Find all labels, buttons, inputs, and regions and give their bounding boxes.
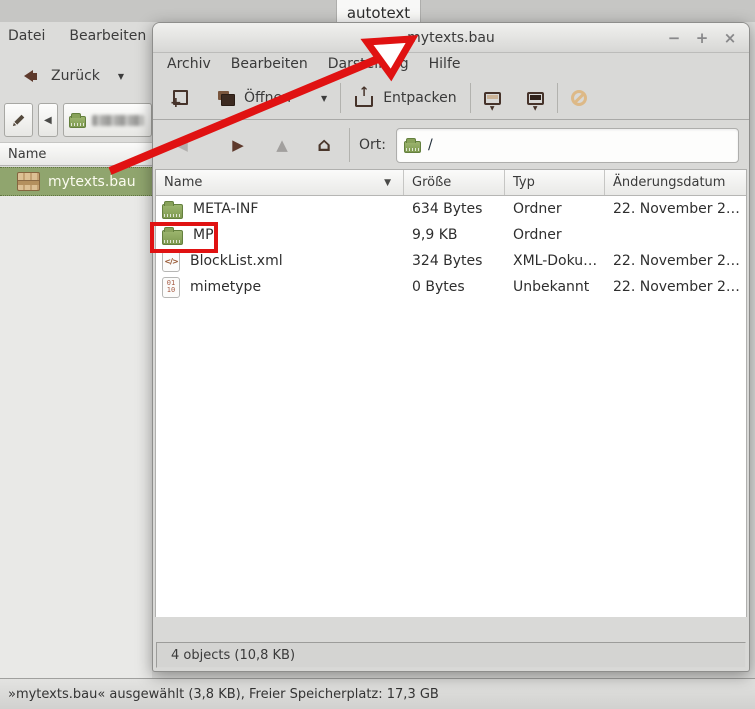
table-row-mimetype[interactable]: 01 10 mimetype 0 Bytes Unbekannt 22. Nov… [156, 274, 746, 300]
archive-menubar: Archiv Bearbeiten Darstellung Hilfe [153, 53, 471, 77]
breadcrumb-folder-button[interactable] [63, 103, 152, 137]
breadcrumb-blurred-label [92, 115, 144, 126]
archive-navbar: ◀ ▶ ▲ ⌂ Ort: / [153, 121, 749, 169]
list-header: Name ▼ Größe Typ Änderungsdatum [156, 170, 746, 196]
archive-file-icon [17, 172, 40, 191]
view-window-dark-icon [527, 92, 544, 105]
back-history-dropdown[interactable]: ▼ [118, 72, 124, 81]
column-header-type[interactable]: Typ [505, 170, 605, 195]
new-archive-button[interactable] [163, 84, 196, 113]
nav-back-button[interactable]: ◀ [169, 138, 195, 153]
view-output-button[interactable] [519, 86, 552, 111]
open-button-label: Öffnen [244, 90, 291, 106]
new-archive-icon [171, 90, 188, 107]
archive-manager-window: mytexts.bau − + × Archiv Bearbeiten Dars… [152, 22, 750, 672]
pencil-icon [11, 113, 26, 128]
archive-file-list: Name ▼ Größe Typ Änderungsdatum META-INF… [155, 169, 747, 617]
nav-up-button[interactable]: ▲ [269, 138, 295, 153]
screen: { "desktop": { "status_bar": "»mytexts.b… [0, 0, 755, 709]
file-manager-list-area[interactable] [0, 196, 152, 678]
open-dropdown-button[interactable]: ▼ [313, 88, 335, 109]
minimize-button[interactable]: − [665, 29, 683, 47]
xml-file-icon: </> [162, 251, 180, 272]
extract-icon [354, 89, 374, 107]
selected-file-row[interactable]: mytexts.bau [0, 167, 152, 196]
binary-file-icon: 01 10 [162, 277, 180, 298]
table-row-blocklist[interactable]: </> BlockList.xml 324 Bytes XML-Dokum… 2… [156, 248, 746, 274]
archive-window-title: mytexts.bau [153, 30, 749, 46]
toolbar-separator [340, 83, 341, 113]
view-window-icon [484, 92, 501, 105]
open-archive-icon [218, 91, 235, 106]
back-arrow-tail [33, 73, 37, 80]
close-button[interactable]: × [721, 29, 739, 47]
autotext-title-label: autotext [347, 4, 410, 22]
extract-button[interactable]: Entpacken [346, 83, 464, 113]
file-manager-toolbar: Zurück ▼ [0, 55, 152, 97]
edit-location-button[interactable] [4, 103, 33, 137]
location-path: / [428, 137, 433, 153]
chevron-down-icon: ▼ [321, 94, 327, 103]
menu-bearbeiten[interactable]: Bearbeiten [221, 53, 318, 77]
back-button[interactable]: Zurück [51, 68, 100, 84]
folder-icon [404, 141, 421, 153]
column-header-name[interactable]: Name ▼ [156, 170, 404, 195]
folder-icon [162, 204, 183, 219]
sort-descending-icon: ▼ [384, 178, 391, 188]
menu-archiv[interactable]: Archiv [157, 53, 221, 77]
selected-file-label: mytexts.bau [48, 174, 136, 190]
menu-darstellung[interactable]: Darstellung [318, 53, 419, 77]
location-input[interactable]: / [396, 128, 739, 163]
column-header-modified[interactable]: Änderungsdatum [605, 170, 746, 195]
back-arrow-icon [18, 70, 33, 82]
menu-bearbeiten[interactable]: Bearbeiten [69, 28, 146, 50]
archive-statusbar: 4 objects (10,8 KB) [156, 642, 746, 668]
desktop-status-text: »mytexts.bau« ausgewählt (3,8 KB), Freie… [8, 687, 439, 702]
column-header-size[interactable]: Größe [404, 170, 505, 195]
stop-icon [571, 90, 587, 106]
nav-home-button[interactable]: ⌂ [311, 136, 337, 155]
archive-titlebar[interactable]: mytexts.bau − + × [153, 23, 749, 53]
nav-forward-button[interactable]: ▶ [225, 138, 251, 153]
maximize-button[interactable]: + [693, 29, 711, 47]
menu-hilfe[interactable]: Hilfe [419, 53, 471, 77]
open-archive-button[interactable]: Öffnen [210, 84, 299, 112]
navbar-separator [349, 128, 350, 162]
file-manager-pathbar: ◀ [0, 100, 152, 140]
window-controls: − + × [665, 23, 739, 53]
folder-icon [162, 230, 183, 245]
archive-status-text: 4 objects (10,8 KB) [171, 648, 295, 663]
toolbar-separator [470, 83, 471, 113]
location-label: Ort: [359, 137, 386, 153]
extract-button-label: Entpacken [383, 90, 456, 106]
name-column-label: Name [8, 147, 46, 162]
archive-toolbar: Öffnen ▼ Entpacken [153, 77, 749, 120]
table-row-mp[interactable]: MP 9,9 KB Ordner [156, 222, 746, 248]
stop-button[interactable] [563, 84, 595, 112]
toolbar-separator [557, 83, 558, 113]
desktop-statusbar: »mytexts.bau« ausgewählt (3,8 KB), Freie… [0, 678, 755, 709]
menu-datei[interactable]: Datei [8, 28, 45, 50]
folder-icon [69, 116, 86, 128]
breadcrumb-scroll-left-button[interactable]: ◀ [38, 103, 57, 137]
file-manager-name-column-header[interactable]: Name [0, 142, 152, 166]
view-archive-button[interactable] [476, 86, 509, 111]
table-row-meta-inf[interactable]: META-INF 634 Bytes Ordner 22. November 2… [156, 196, 746, 222]
